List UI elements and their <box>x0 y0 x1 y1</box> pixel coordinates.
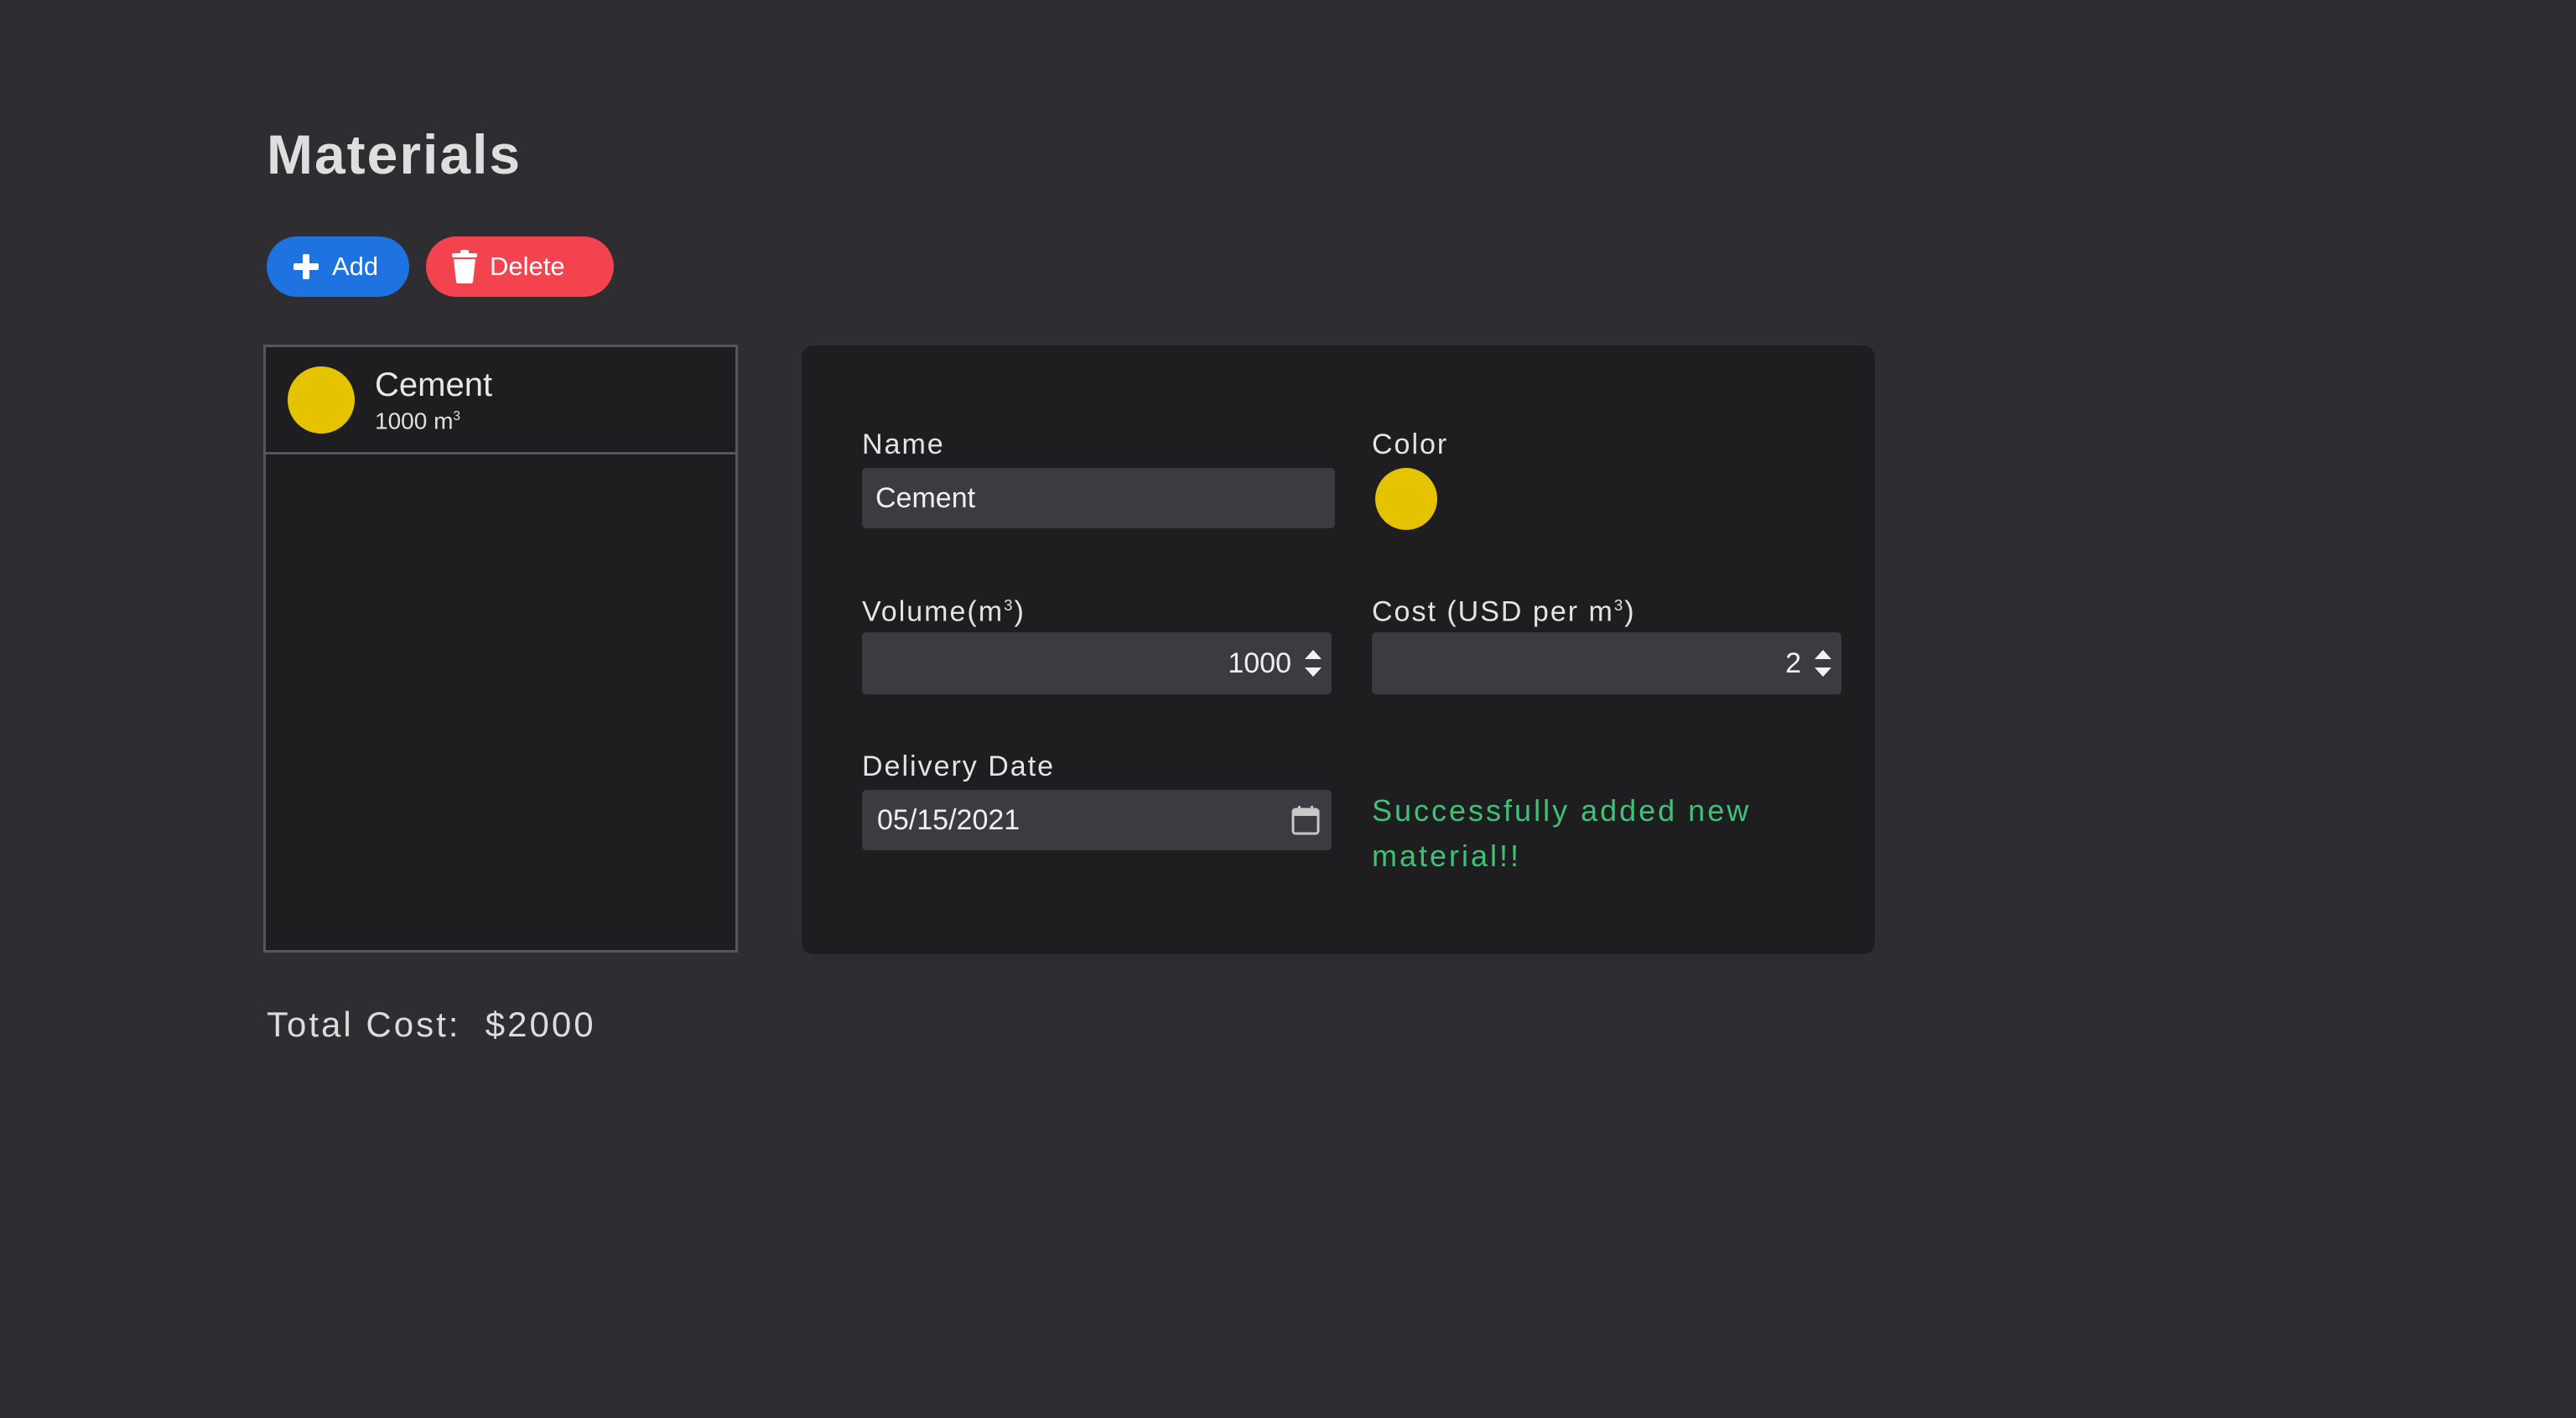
volume-decrement-button[interactable] <box>1305 667 1322 677</box>
volume-input[interactable]: 1000 <box>862 632 1332 694</box>
cost-stepper <box>1813 650 1833 677</box>
list-item-name: Cement <box>375 366 493 403</box>
cost-input[interactable]: 2 <box>1372 632 1841 694</box>
calendar-icon[interactable] <box>1291 805 1320 835</box>
total-cost-value: $2000 <box>485 1005 596 1044</box>
name-label: Name <box>862 429 945 460</box>
cost-decrement-button[interactable] <box>1815 667 1831 677</box>
color-picker[interactable] <box>1375 468 1437 530</box>
total-cost-label: Total Cost: <box>267 1005 461 1044</box>
trash-icon <box>451 250 478 283</box>
cost-value: 2 <box>1785 647 1801 679</box>
material-detail-panel: Name Color Volume(m3) 1000 Cost (USD per… <box>802 345 1875 954</box>
volume-value: 1000 <box>1228 647 1291 679</box>
volume-label: Volume(m3) <box>862 595 1026 628</box>
materials-list: Cement 1000 m3 <box>263 345 738 953</box>
total-cost: Total Cost: $2000 <box>267 1003 596 1047</box>
list-item[interactable]: Cement 1000 m3 <box>266 347 735 454</box>
plus-icon <box>292 252 320 281</box>
name-input[interactable] <box>862 468 1335 528</box>
list-item-text: Cement 1000 m3 <box>375 366 492 434</box>
volume-increment-button[interactable] <box>1305 650 1322 659</box>
success-message: Successfully added new material!! <box>1372 793 1752 873</box>
delete-button[interactable]: Delete <box>426 236 614 297</box>
delete-button-label: Delete <box>490 252 565 281</box>
add-button-label: Add <box>332 252 379 281</box>
toolbar: Add Delete <box>267 236 614 297</box>
volume-stepper <box>1303 650 1323 677</box>
color-label: Color <box>1372 429 1449 460</box>
page-title: Materials <box>267 123 522 185</box>
add-button[interactable]: Add <box>267 236 409 297</box>
cost-label: Cost (USD per m3) <box>1372 595 1636 628</box>
delivery-date-value: 05/15/2021 <box>877 803 1021 836</box>
cost-increment-button[interactable] <box>1815 650 1831 659</box>
delivery-date-label: Delivery Date <box>862 751 1056 782</box>
delivery-date-input[interactable]: 05/15/2021 <box>862 790 1332 850</box>
material-color-swatch <box>288 366 355 434</box>
list-item-volume: 1000 m3 <box>375 408 460 434</box>
